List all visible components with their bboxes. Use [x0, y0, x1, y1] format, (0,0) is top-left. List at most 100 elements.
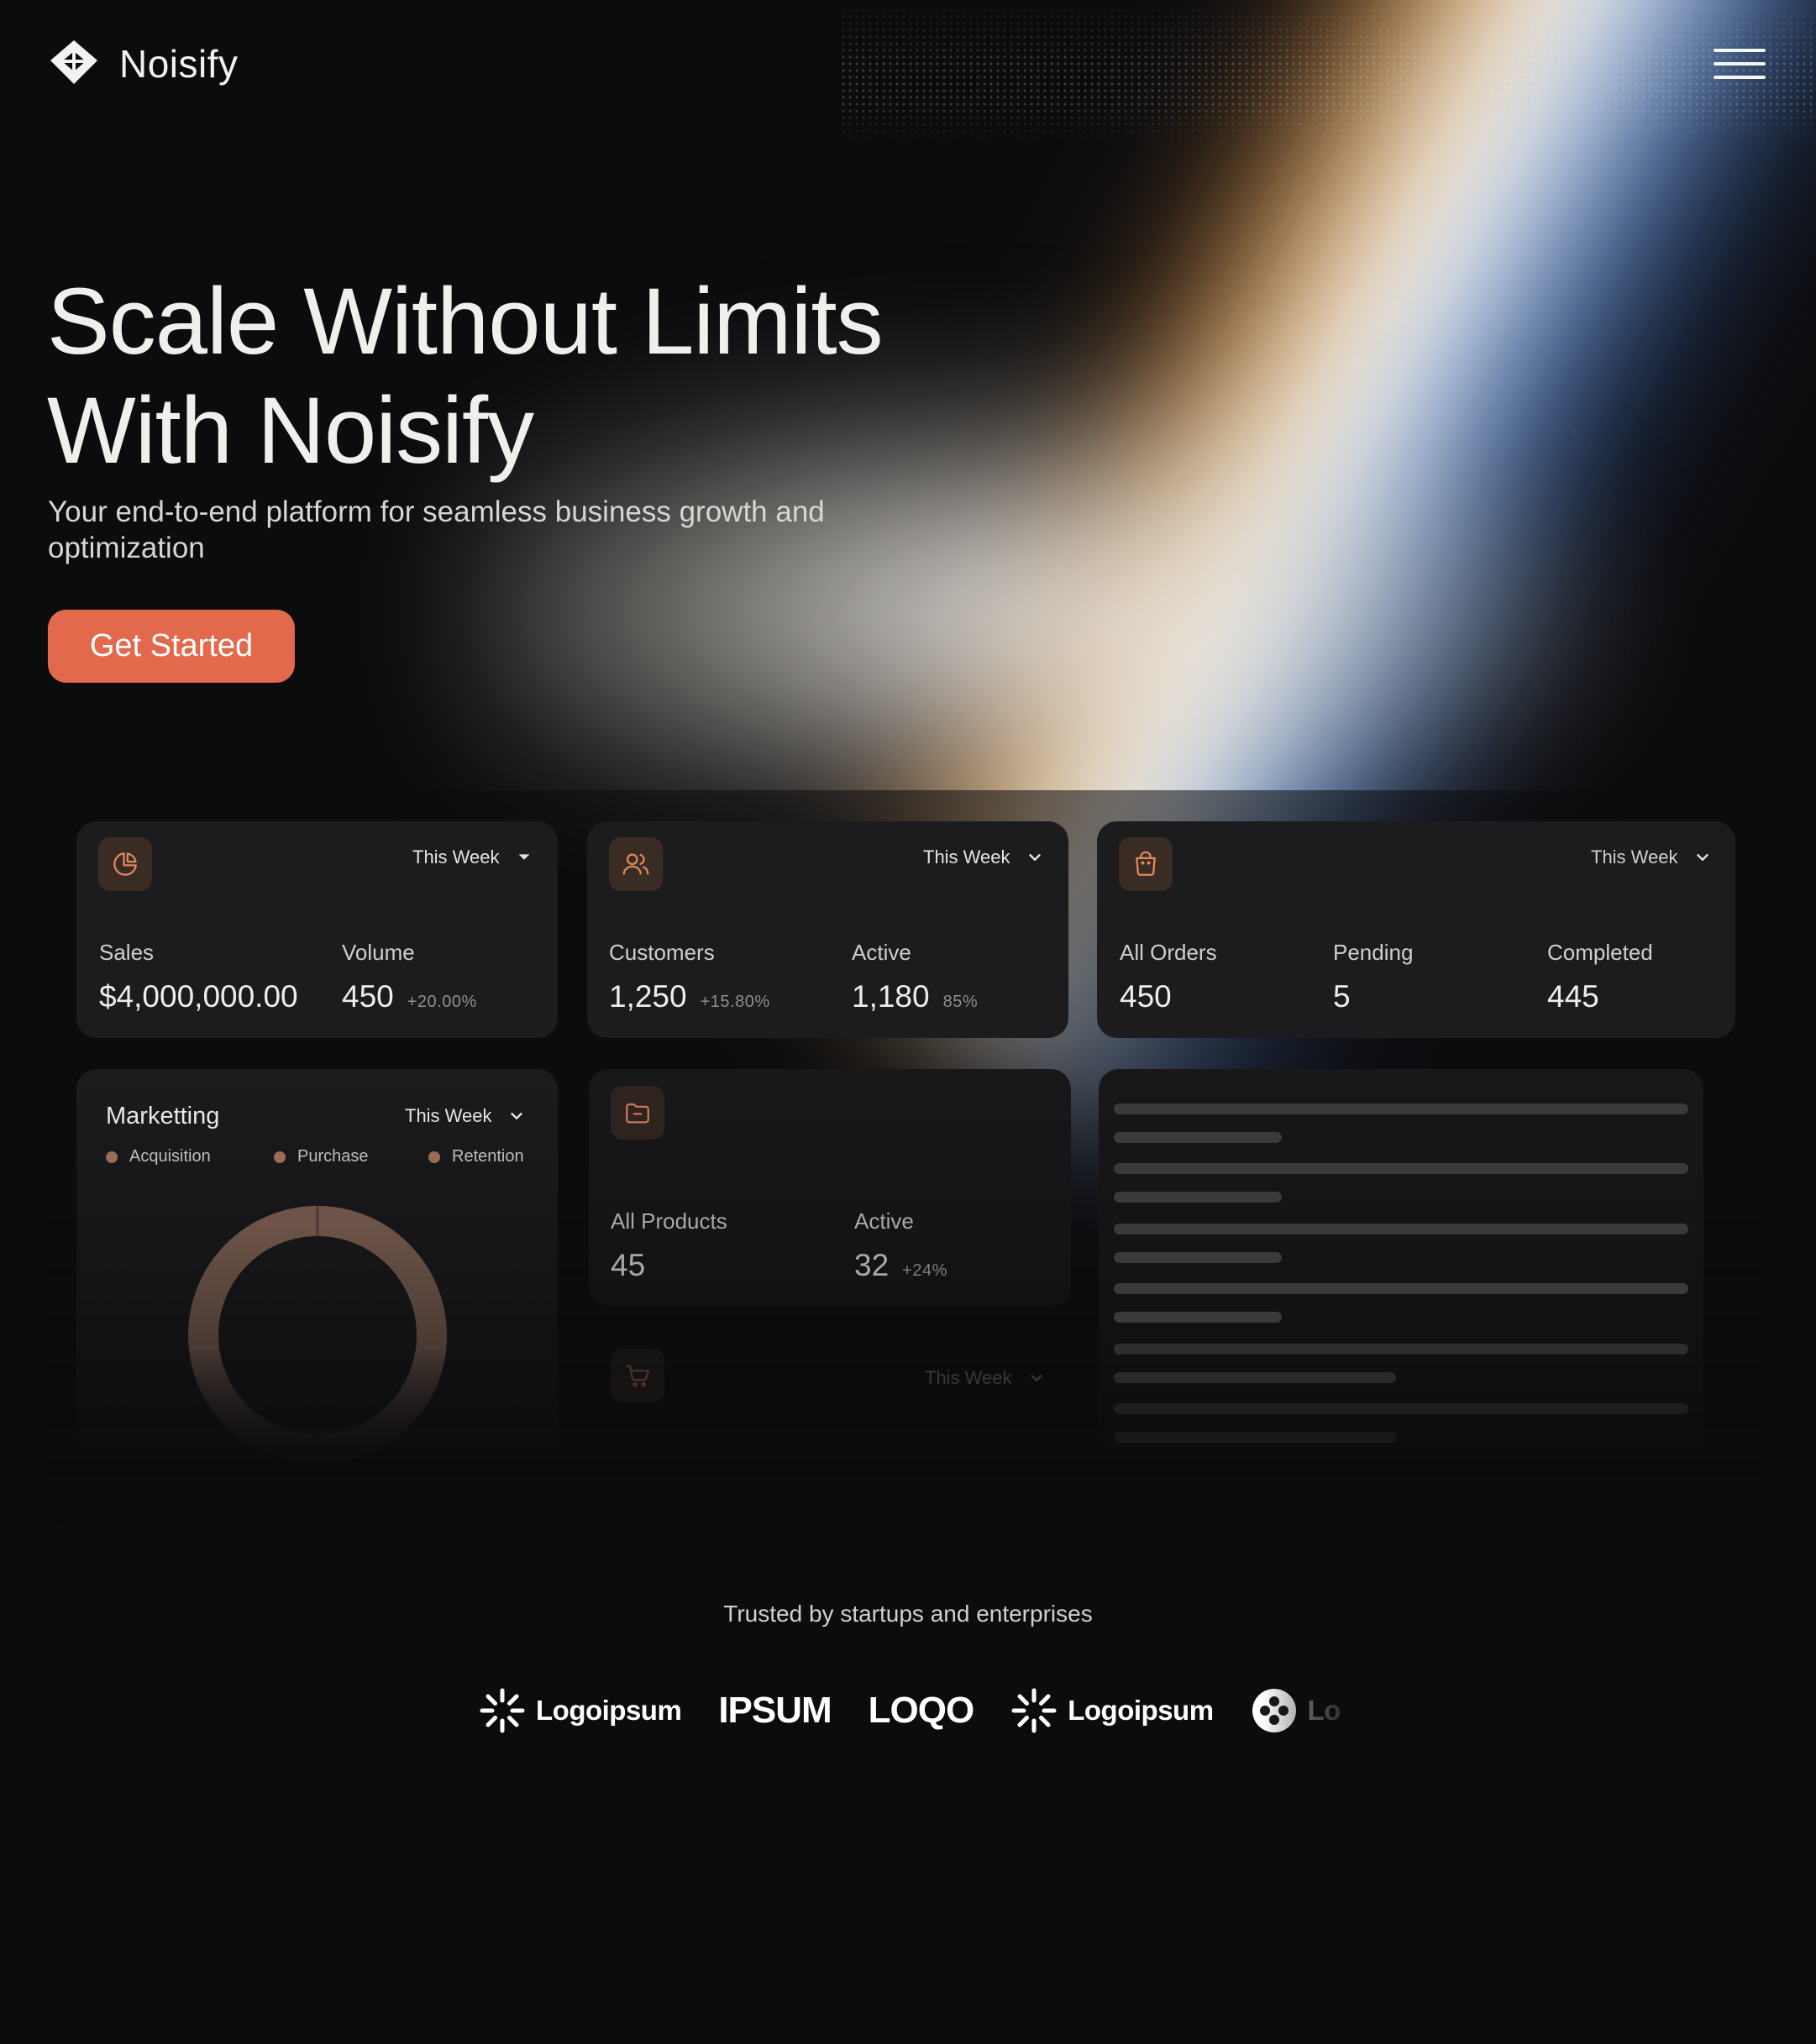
skeleton-line: [1114, 1403, 1688, 1414]
stat-value: 1,180 85%: [852, 979, 978, 1014]
delta-badge: +20.00%: [407, 993, 477, 1011]
stat-label: All Products: [611, 1208, 727, 1234]
stat-value: 1,250 +15.80%: [609, 979, 770, 1014]
partner-logo: Logoipsum: [1010, 1687, 1214, 1734]
partner-logo-text: IPSUM: [718, 1690, 832, 1731]
stat-label: Pending: [1333, 940, 1414, 965]
stat-value: 45: [611, 1248, 646, 1282]
stat-value: 445: [1547, 979, 1599, 1014]
partner-logo: IPSUM: [718, 1690, 832, 1732]
hero-title: Scale Without Limits With Noisify: [47, 267, 884, 485]
pie-chart-icon: [98, 837, 152, 891]
skeleton-line: [1114, 1372, 1396, 1383]
hero-title-line-1: Scale Without Limits: [47, 269, 884, 374]
sales-card: This Week Sales $4,000,000.00 Volume 450…: [76, 821, 558, 1038]
partner-logo: Lo: [1251, 1687, 1341, 1734]
legend-item-retention: Retention: [428, 1147, 524, 1166]
stat-label: Active: [852, 940, 911, 965]
active-value: 1,180: [852, 979, 930, 1014]
skeleton-list-card: [1099, 1069, 1703, 1464]
hero-subtitle: Your end-to-end platform for seamless bu…: [48, 495, 825, 564]
customers-card: This Week Customers 1,250 +15.80% Active …: [587, 821, 1068, 1038]
skeleton-line: [1114, 1344, 1688, 1355]
legend-item-acquisition: Acquisition: [106, 1147, 211, 1166]
delta-badge: +15.80%: [700, 993, 770, 1011]
period-dropdown[interactable]: This Week: [405, 1105, 526, 1127]
skeleton-line: [1114, 1224, 1688, 1234]
hero-title-line-2: With Noisify: [47, 378, 534, 483]
stat-label: Volume: [342, 940, 415, 965]
skeleton-line: [1114, 1103, 1688, 1114]
shopping-cart-icon: [611, 1349, 664, 1402]
stat-label: Active: [854, 1208, 914, 1234]
cart-card: This Week: [589, 1335, 1071, 1436]
period-label: This Week: [1591, 846, 1678, 867]
stat-value: 450 +20.00%: [342, 979, 477, 1014]
partner-logo-text: Lo: [1307, 1695, 1341, 1726]
volume-value: 450: [342, 979, 394, 1014]
chevron-down-icon: [510, 1113, 522, 1119]
legend-label: Acquisition: [129, 1147, 211, 1166]
customers-value: 1,250: [609, 979, 687, 1014]
hamburger-menu-icon[interactable]: [1714, 49, 1766, 79]
folder-icon: [611, 1086, 664, 1140]
skeleton-line: [1114, 1283, 1688, 1294]
skeleton-line: [1114, 1312, 1282, 1323]
delta-badge: +24%: [902, 1261, 947, 1280]
legend-dot: [274, 1150, 286, 1163]
marketing-title: Marketting: [106, 1103, 220, 1129]
delta-badge: 85%: [942, 993, 979, 1011]
trusted-heading: Trusted by startups and enterprises: [723, 1601, 1093, 1627]
donut-ring: [188, 1206, 447, 1465]
stat-label: Completed: [1547, 940, 1653, 965]
products-card: All Products 45 Active 32 +24%: [589, 1069, 1071, 1306]
legend-dot: [106, 1150, 118, 1163]
partner-logo-text: Logoipsum: [1068, 1695, 1214, 1726]
legend-label: Purchase: [297, 1147, 369, 1166]
partner-logo-text: Logoipsum: [536, 1695, 682, 1726]
orders-card: This Week All Orders 450 Pending 5 Compl…: [1097, 821, 1735, 1038]
skeleton-line: [1114, 1192, 1282, 1203]
active-products-value: 32: [854, 1248, 890, 1282]
period-label: This Week: [923, 846, 1010, 867]
diamond-cube-icon[interactable]: [47, 37, 101, 91]
period-label: This Week: [405, 1105, 492, 1126]
stat-value: 5: [1333, 979, 1351, 1014]
stat-label: All Orders: [1120, 940, 1217, 965]
chevron-down-icon: [1028, 854, 1041, 861]
dot-texture: [840, 0, 1816, 143]
chevron-down-icon: [518, 854, 529, 860]
stat-value: 32 +24%: [854, 1248, 947, 1283]
period-dropdown[interactable]: This Week: [1591, 846, 1712, 868]
period-label: This Week: [925, 1367, 1012, 1388]
users-icon: [609, 837, 663, 891]
stat-value: 450: [1120, 979, 1172, 1014]
skeleton-line: [1114, 1132, 1282, 1143]
legend-label: Retention: [452, 1147, 524, 1166]
brand-name[interactable]: Noisify: [119, 41, 239, 86]
legend-item-purchase: Purchase: [274, 1147, 369, 1166]
period-dropdown[interactable]: This Week: [923, 846, 1044, 868]
get-started-button[interactable]: Get Started: [48, 610, 295, 683]
partner-logo: LOQO: [868, 1690, 975, 1732]
legend-dot: [428, 1150, 440, 1163]
chevron-down-icon: [1696, 854, 1708, 861]
stat-label: Sales: [99, 940, 155, 965]
period-label: This Week: [412, 846, 500, 867]
skeleton-line: [1114, 1163, 1688, 1174]
stat-label: Customers: [609, 940, 715, 965]
skeleton-line: [1114, 1432, 1396, 1443]
chevron-down-icon: [1030, 1375, 1042, 1381]
clover-badge-icon: [1252, 1689, 1296, 1732]
period-dropdown[interactable]: This Week: [412, 846, 533, 868]
partner-logo-text: LOQO: [868, 1690, 975, 1731]
shopping-bag-icon: [1119, 837, 1173, 891]
logo-strip: Logoipsum IPSUM LOQO Logoipsum Lo: [479, 1681, 1369, 1740]
navbar: Noisify: [47, 37, 239, 91]
starburst-icon: [1011, 1688, 1057, 1733]
period-dropdown[interactable]: This Week: [925, 1367, 1046, 1389]
skeleton-line: [1114, 1252, 1282, 1263]
partner-logo: Logoipsum: [479, 1687, 682, 1734]
donut-chart: [188, 1206, 447, 1465]
stat-value: $4,000,000.00: [99, 979, 298, 1014]
